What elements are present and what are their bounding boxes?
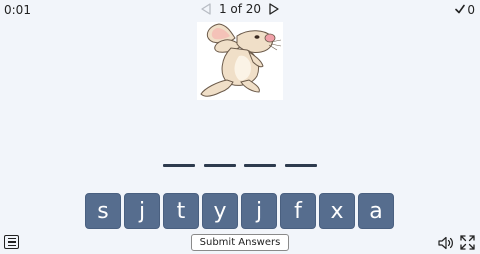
submit-answers-button[interactable]: Submit Answers (191, 234, 289, 251)
letter-tile[interactable]: f (280, 193, 316, 229)
previous-arrow-icon[interactable] (199, 2, 213, 16)
page-indicator: 1 of 20 (218, 2, 262, 16)
page-navigation: 1 of 20 (0, 2, 480, 16)
menu-icon[interactable] (4, 235, 19, 249)
rabbit-picture (197, 22, 283, 100)
letter-tile[interactable]: a (358, 193, 394, 229)
next-arrow-icon[interactable] (267, 2, 281, 16)
answer-blank[interactable] (203, 164, 236, 167)
score-value: 0 (467, 3, 475, 17)
fullscreen-icon[interactable] (460, 235, 475, 250)
answer-blanks (163, 164, 317, 167)
letter-tile[interactable]: s (85, 193, 121, 229)
letter-tile[interactable]: j (124, 193, 160, 229)
letter-tiles: s j t y j f x a (85, 193, 394, 229)
speaker-icon[interactable] (438, 235, 454, 250)
letter-tile[interactable]: y (202, 193, 238, 229)
score-counter: 0 (455, 3, 475, 17)
answer-blank[interactable] (163, 164, 195, 167)
checkmark-icon (455, 3, 466, 17)
answer-blank[interactable] (244, 164, 277, 167)
answer-blank[interactable] (284, 164, 317, 167)
letter-tile[interactable]: j (241, 193, 277, 229)
letter-tile[interactable]: x (319, 193, 355, 229)
letter-tile[interactable]: t (163, 193, 199, 229)
